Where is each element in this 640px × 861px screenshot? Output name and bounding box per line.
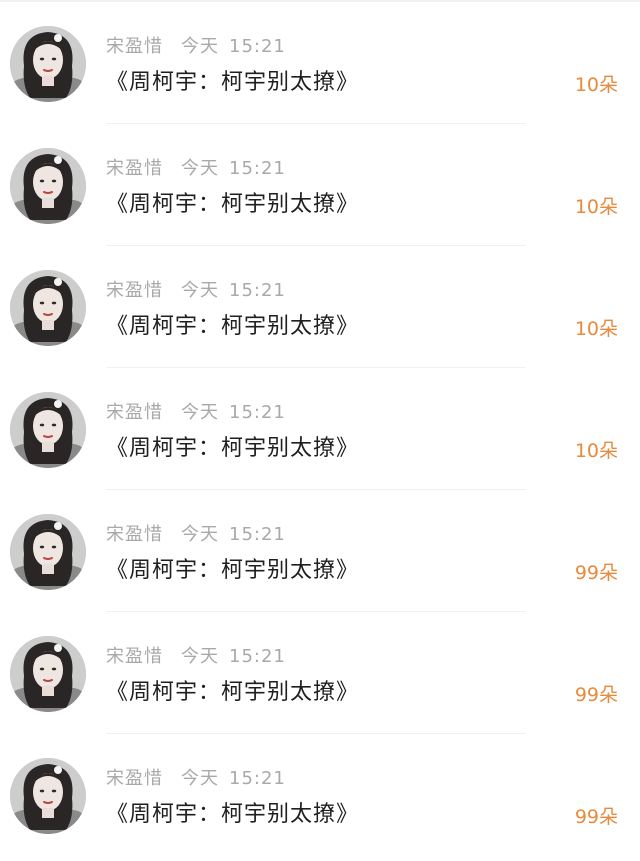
avatar[interactable] xyxy=(10,514,86,590)
avatar-portrait-icon xyxy=(10,26,86,102)
avatar-portrait-icon xyxy=(10,270,86,346)
message-title: 《周柯宇：柯宇别太撩》 xyxy=(106,436,360,461)
message-list: 宋盈惜 今天 15:21 《周柯宇：柯宇别太撩》 10朵 宋盈惜 今天 15:21 《周… xyxy=(0,0,640,861)
message-item[interactable]: 宋盈惜 今天 15:21 《周柯宇：柯宇别太撩》 10朵 xyxy=(0,246,640,368)
message-day: 今天 xyxy=(181,524,219,545)
message-item[interactable]: 宋盈惜 今天 15:21 《周柯宇：柯宇别太撩》 10朵 xyxy=(0,368,640,490)
flower-count: 10朵 xyxy=(574,440,618,462)
message-time: 15:21 xyxy=(229,158,286,179)
avatar-portrait-icon xyxy=(10,392,86,468)
avatar[interactable] xyxy=(10,26,86,102)
message-meta: 宋盈惜 今天 15:21 xyxy=(106,642,286,672)
avatar[interactable] xyxy=(10,148,86,224)
flower-count: 99朵 xyxy=(574,806,618,828)
avatar-portrait-icon xyxy=(10,636,86,712)
message-day: 今天 xyxy=(181,280,219,301)
message-item[interactable]: 宋盈惜 今天 15:21 《周柯宇：柯宇别太撩》 99朵 xyxy=(0,612,640,734)
message-meta: 宋盈惜 今天 15:21 xyxy=(106,520,286,550)
sender-name: 宋盈惜 xyxy=(106,36,163,57)
sender-name: 宋盈惜 xyxy=(106,524,163,545)
flower-count: 99朵 xyxy=(574,562,618,584)
avatar[interactable] xyxy=(10,392,86,468)
flower-count: 10朵 xyxy=(574,74,618,96)
message-item[interactable]: 宋盈惜 今天 15:21 《周柯宇：柯宇别太撩》 99朵 xyxy=(0,734,640,856)
message-title: 《周柯宇：柯宇别太撩》 xyxy=(106,192,360,217)
avatar[interactable] xyxy=(10,270,86,346)
message-title: 《周柯宇：柯宇别太撩》 xyxy=(106,680,360,705)
avatar-portrait-icon xyxy=(10,514,86,590)
message-title: 《周柯宇：柯宇别太撩》 xyxy=(106,70,360,95)
message-meta: 宋盈惜 今天 15:21 xyxy=(106,32,286,62)
flower-count: 10朵 xyxy=(574,318,618,340)
sender-name: 宋盈惜 xyxy=(106,280,163,301)
message-day: 今天 xyxy=(181,402,219,423)
sender-name: 宋盈惜 xyxy=(106,768,163,789)
flower-count: 10朵 xyxy=(574,196,618,218)
message-item[interactable]: 宋盈惜 今天 15:21 《周柯宇：柯宇别太撩》 99朵 xyxy=(0,490,640,612)
message-time: 15:21 xyxy=(229,768,286,789)
sender-name: 宋盈惜 xyxy=(106,158,163,179)
sender-name: 宋盈惜 xyxy=(106,402,163,423)
message-day: 今天 xyxy=(181,646,219,667)
avatar-portrait-icon xyxy=(10,758,86,834)
flower-count: 99朵 xyxy=(574,684,618,706)
avatar[interactable] xyxy=(10,636,86,712)
message-title: 《周柯宇：柯宇别太撩》 xyxy=(106,802,360,827)
message-item[interactable]: 宋盈惜 今天 15:21 《周柯宇：柯宇别太撩》 10朵 xyxy=(0,2,640,124)
message-time: 15:21 xyxy=(229,280,286,301)
message-title: 《周柯宇：柯宇别太撩》 xyxy=(106,314,360,339)
message-time: 15:21 xyxy=(229,646,286,667)
message-day: 今天 xyxy=(181,158,219,179)
message-meta: 宋盈惜 今天 15:21 xyxy=(106,764,286,794)
avatar-portrait-icon xyxy=(10,148,86,224)
message-time: 15:21 xyxy=(229,402,286,423)
message-day: 今天 xyxy=(181,36,219,57)
message-meta: 宋盈惜 今天 15:21 xyxy=(106,398,286,428)
message-day: 今天 xyxy=(181,768,219,789)
message-item[interactable]: 宋盈惜 今天 15:21 《周柯宇：柯宇别太撩》 10朵 xyxy=(0,124,640,246)
sender-name: 宋盈惜 xyxy=(106,646,163,667)
message-meta: 宋盈惜 今天 15:21 xyxy=(106,154,286,184)
avatar[interactable] xyxy=(10,758,86,834)
message-time: 15:21 xyxy=(229,36,286,57)
message-meta: 宋盈惜 今天 15:21 xyxy=(106,276,286,306)
message-title: 《周柯宇：柯宇别太撩》 xyxy=(106,558,360,583)
message-time: 15:21 xyxy=(229,524,286,545)
